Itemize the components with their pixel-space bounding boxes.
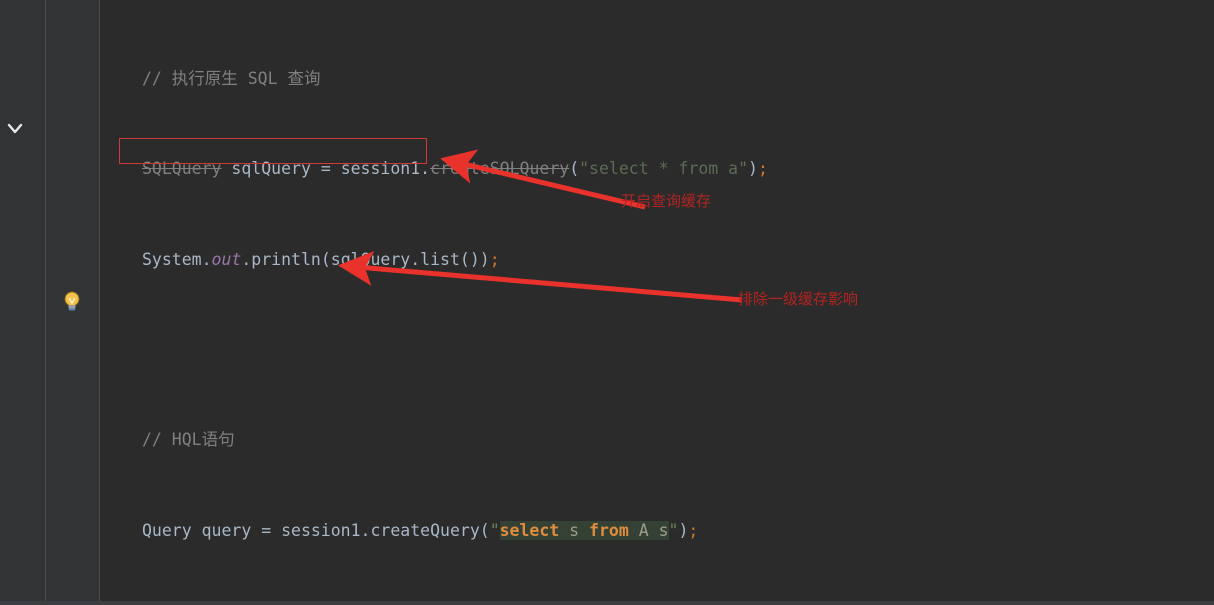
code-line[interactable]: // HQL语句 bbox=[100, 429, 1214, 452]
code-token: A s bbox=[628, 520, 669, 540]
code-token: System. bbox=[142, 249, 212, 269]
code-line[interactable]: Query query = session1.createQuery("sele… bbox=[100, 520, 1214, 543]
annotation-red-box bbox=[119, 138, 427, 164]
annotation-exclude-first-level-cache: 排除一级缓存影响 bbox=[738, 290, 859, 308]
code-token: " bbox=[489, 520, 500, 540]
deprecated-method: createSQLQuery bbox=[430, 159, 570, 179]
code-token: out bbox=[211, 249, 242, 269]
comment-hql: // HQL语句 bbox=[142, 430, 235, 450]
code-token: Query query = session1.createQuery( bbox=[142, 520, 490, 540]
code-token: ( bbox=[569, 159, 580, 179]
chevron-down-icon[interactable] bbox=[5, 118, 25, 138]
code-token: ) bbox=[748, 159, 758, 179]
code-token: .println(sqlQuery.list()) bbox=[241, 249, 490, 269]
code-token: ; bbox=[688, 520, 699, 540]
code-line-blank[interactable] bbox=[100, 339, 1214, 362]
code-token: " bbox=[668, 520, 679, 540]
code-line[interactable]: // 执行原生 SQL 查询 bbox=[100, 68, 1214, 91]
sql-keyword-from: from bbox=[589, 520, 629, 540]
comment-sql: // 执行原生 SQL 查询 bbox=[142, 68, 321, 88]
sql-string-deprecated: "select * from a" bbox=[579, 159, 749, 179]
code-token: ) bbox=[678, 520, 689, 540]
lightbulb-intention-icon[interactable] bbox=[61, 290, 83, 312]
editor-bottom-strip bbox=[0, 601, 1214, 605]
code-token: s bbox=[559, 520, 590, 540]
code-token: ; bbox=[489, 249, 500, 269]
sql-keyword-select: select bbox=[499, 520, 560, 540]
editor-left-rail bbox=[0, 0, 45, 605]
code-line[interactable]: System.out.println(sqlQuery.list()); bbox=[100, 249, 1214, 272]
code-token: ; bbox=[757, 159, 768, 179]
code-editor-screen: // 执行原生 SQL 查询 SQLQuery sqlQuery = sessi… bbox=[0, 0, 1214, 605]
code-content[interactable]: // 执行原生 SQL 查询 SQLQuery sqlQuery = sessi… bbox=[100, 0, 1214, 605]
annotation-enable-query-cache: 开启查询缓存 bbox=[621, 192, 712, 210]
hql-string-highlight: select s from A s bbox=[499, 520, 669, 540]
